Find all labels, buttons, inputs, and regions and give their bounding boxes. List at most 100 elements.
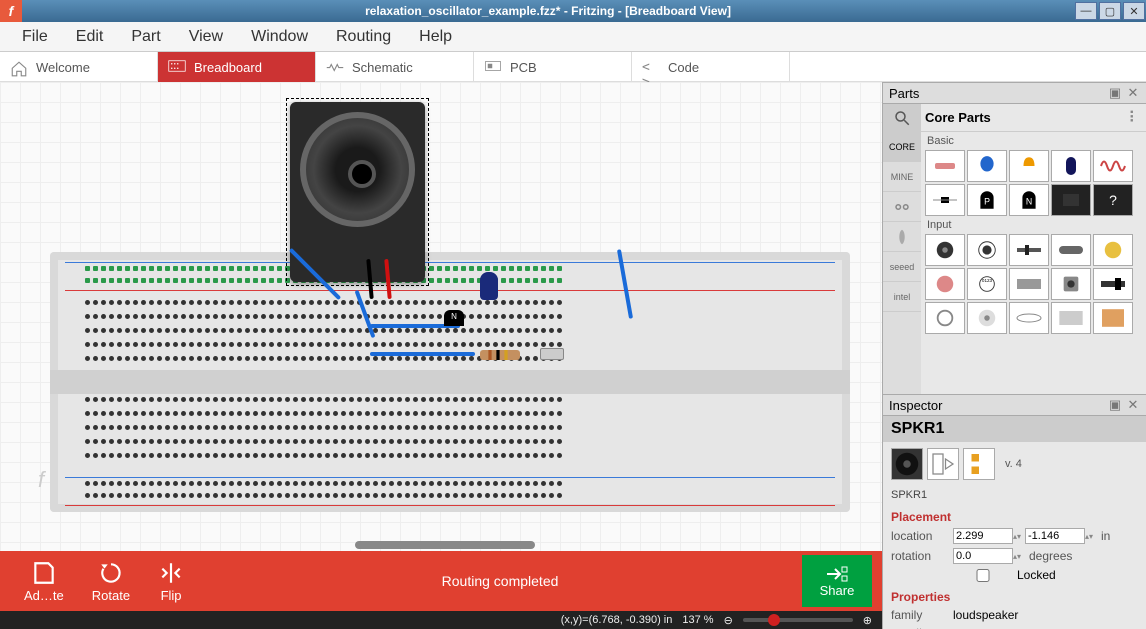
part-rotary-switch-icon[interactable]: 0123 xyxy=(967,268,1007,300)
part-resistor-icon[interactable] xyxy=(925,150,965,182)
share-label: Share xyxy=(820,583,855,598)
menu-file[interactable]: File xyxy=(8,24,62,50)
part-toggle-switch-icon[interactable] xyxy=(1093,268,1133,300)
breadboard-view-icon[interactable] xyxy=(891,448,923,480)
parts-tab-intel[interactable]: intel xyxy=(883,282,921,312)
part-piezo-icon[interactable] xyxy=(967,302,1007,334)
family-value: loudspeaker xyxy=(953,608,1018,622)
parts-panel-title: Parts xyxy=(889,86,919,101)
placement-heading: Placement xyxy=(883,504,1146,526)
part-photocell-icon[interactable] xyxy=(1093,234,1133,266)
tab-pcb[interactable]: PCB xyxy=(474,52,632,82)
menu-window[interactable]: Window xyxy=(237,24,322,50)
parts-grid-input: 0123 xyxy=(921,234,1146,334)
parts-tab-seeed[interactable]: seeed xyxy=(883,252,921,282)
flip-button[interactable]: Flip xyxy=(158,560,184,603)
part-reed-switch-icon[interactable] xyxy=(1009,302,1049,334)
zoom-slider[interactable] xyxy=(743,618,853,622)
routing-status: Routing completed xyxy=(198,573,802,589)
location-unit: in xyxy=(1101,529,1110,543)
part-transistor-npn-icon[interactable]: N xyxy=(1009,184,1049,216)
transistor-part[interactable]: N xyxy=(444,310,464,326)
parts-tab-arduino[interactable] xyxy=(883,192,921,222)
menu-bar: File Edit Part View Window Routing Help xyxy=(0,22,1146,52)
add-note-label: Ad…te xyxy=(24,588,64,603)
menu-edit[interactable]: Edit xyxy=(62,24,118,50)
parts-panel-header[interactable]: Parts ▣ ✕ xyxy=(883,82,1146,104)
part-ic-icon[interactable] xyxy=(1051,184,1091,216)
close-icon[interactable]: ✕ xyxy=(1126,397,1140,413)
share-button[interactable]: Share xyxy=(802,555,872,607)
part-transistor-pnp-icon[interactable]: P xyxy=(967,184,1007,216)
canvas[interactable]: f xyxy=(0,82,882,629)
part-tilt-sensor-icon[interactable] xyxy=(925,302,965,334)
resistor-part[interactable] xyxy=(480,350,520,360)
close-button[interactable]: ✕ xyxy=(1123,2,1145,20)
parts-input-label: Input xyxy=(921,216,1146,234)
part-slider-icon[interactable] xyxy=(1009,234,1049,266)
part-pushbutton-icon[interactable] xyxy=(1051,268,1091,300)
zoom-readout: 137 % xyxy=(682,614,713,626)
part-encoder-icon[interactable] xyxy=(925,234,965,266)
maximize-button[interactable]: ▢ xyxy=(1099,2,1121,20)
part-microphone-icon[interactable] xyxy=(1051,234,1091,266)
zoom-out-button[interactable]: ⊖ xyxy=(724,614,733,627)
zoom-in-button[interactable]: ⊕ xyxy=(863,614,872,627)
part-inductor-icon[interactable] xyxy=(1093,150,1133,182)
breadboard[interactable] xyxy=(50,252,850,512)
inspector-panel-header[interactable]: Inspector ▣ ✕ xyxy=(883,394,1146,416)
part-capacitor-electrolytic-icon[interactable] xyxy=(1051,150,1091,182)
part-capacitor-ceramic-icon[interactable] xyxy=(967,150,1007,182)
close-icon[interactable]: ✕ xyxy=(1126,85,1140,101)
svg-text:0123: 0123 xyxy=(982,278,993,283)
fritzing-watermark: f xyxy=(38,467,44,493)
undock-icon[interactable]: ▣ xyxy=(1108,397,1122,413)
pcb-view-icon[interactable] xyxy=(963,448,995,480)
minimize-button[interactable]: — xyxy=(1075,2,1097,20)
menu-icon[interactable]: ⠇ xyxy=(1128,108,1140,128)
locked-checkbox[interactable] xyxy=(953,569,1013,582)
menu-help[interactable]: Help xyxy=(405,24,466,50)
capacitor-part[interactable] xyxy=(480,272,498,300)
crystal-part[interactable] xyxy=(540,348,564,360)
part-keypad-icon[interactable] xyxy=(1093,302,1133,334)
add-note-button[interactable]: Ad…te xyxy=(24,560,64,603)
parts-tab-parallax[interactable] xyxy=(883,222,921,252)
tab-breadboard[interactable]: Breadboard xyxy=(158,52,316,82)
window-title: relaxation_oscillator_example.fzz* - Fri… xyxy=(22,4,1074,18)
title-bar: f relaxation_oscillator_example.fzz* - F… xyxy=(0,0,1146,22)
properties-heading: Properties xyxy=(883,584,1146,606)
undock-icon[interactable]: ▣ xyxy=(1108,85,1122,101)
part-label: SPKR1 xyxy=(891,489,927,501)
rotation-input[interactable] xyxy=(953,548,1013,564)
location-x-input[interactable] xyxy=(953,528,1013,544)
tab-welcome[interactable]: Welcome xyxy=(0,52,158,82)
tab-pcb-label: PCB xyxy=(510,60,537,75)
part-trimmer-icon[interactable] xyxy=(925,268,965,300)
part-capacitor-tantalum-icon[interactable] xyxy=(1009,150,1049,182)
pcb-icon xyxy=(484,60,502,74)
view-tabs: Welcome Breadboard Schematic PCB < > Cod… xyxy=(0,52,1146,82)
status-bar: (x,y)=(6.768, -0.390) in 137 % ⊖ ⊕ xyxy=(0,611,882,629)
menu-routing[interactable]: Routing xyxy=(322,24,405,50)
part-diode-icon[interactable] xyxy=(925,184,965,216)
schematic-view-icon[interactable] xyxy=(927,448,959,480)
rotate-label: Rotate xyxy=(92,588,130,603)
part-mystery-icon[interactable]: ? xyxy=(1093,184,1133,216)
part-dip-switch-icon[interactable] xyxy=(1009,268,1049,300)
rotate-button[interactable]: Rotate xyxy=(92,560,130,603)
speaker-part[interactable] xyxy=(290,102,425,282)
menu-part[interactable]: Part xyxy=(117,24,174,50)
tab-schematic[interactable]: Schematic xyxy=(316,52,474,82)
parts-tab-mine[interactable]: MINE xyxy=(883,162,921,192)
app-icon: f xyxy=(0,0,22,22)
wire[interactable] xyxy=(370,352,475,356)
parts-tab-search[interactable] xyxy=(883,104,921,132)
tab-code[interactable]: < > Code xyxy=(632,52,790,82)
part-sensor-icon[interactable] xyxy=(1051,302,1091,334)
menu-view[interactable]: View xyxy=(175,24,237,50)
horizontal-scrollbar[interactable] xyxy=(355,541,535,549)
part-potentiometer-icon[interactable] xyxy=(967,234,1007,266)
parts-tab-core[interactable]: CORE xyxy=(883,132,921,162)
location-y-input[interactable] xyxy=(1025,528,1085,544)
